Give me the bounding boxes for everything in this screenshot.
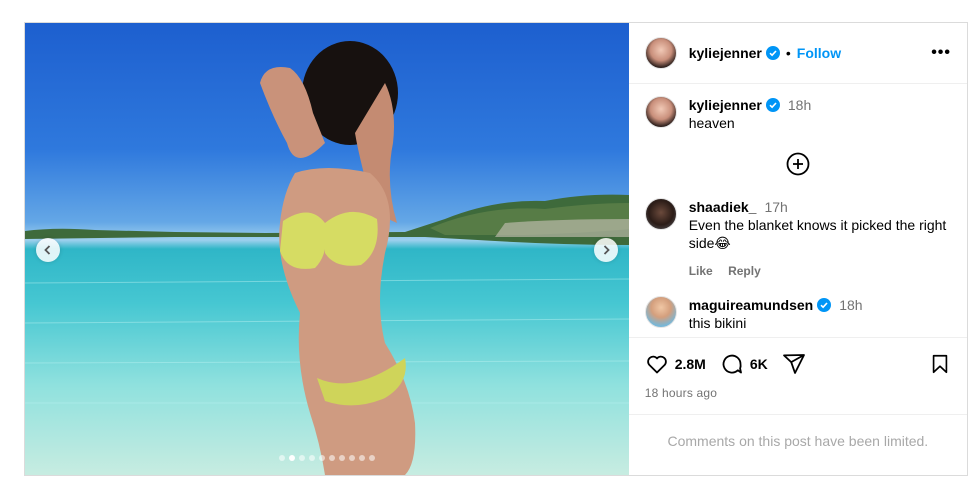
carousel-dot[interactable] <box>318 455 325 461</box>
chevron-left-icon <box>44 245 51 255</box>
figure-silhouette <box>260 41 416 475</box>
bookmark-icon[interactable] <box>929 353 951 375</box>
post-header: kyliejenner • Follow ••• <box>628 23 967 84</box>
post-timestamp[interactable]: 18 hours ago <box>645 386 951 400</box>
post-dialog: kyliejenner • Follow ••• kyliejenner 18h … <box>24 22 968 476</box>
carousel-dot[interactable] <box>368 455 375 461</box>
avatar[interactable] <box>644 96 677 128</box>
verified-badge-icon <box>765 46 780 60</box>
load-more-comments-button[interactable] <box>645 152 951 176</box>
carousel-dot[interactable] <box>328 455 335 461</box>
carousel-next-button[interactable] <box>593 238 618 262</box>
comment-time[interactable]: 18h <box>839 297 862 313</box>
comments-limited-notice: Comments on this post have been limited. <box>628 414 967 449</box>
plus-circle-icon <box>786 152 810 176</box>
action-bar: 2.8M 6K <box>645 352 951 376</box>
post-photo[interactable] <box>25 23 629 475</box>
caption: kyliejenner 18h heaven <box>644 96 951 132</box>
avatar[interactable] <box>644 37 677 69</box>
avatar[interactable] <box>644 296 677 328</box>
carousel-dot[interactable] <box>308 455 315 461</box>
comment-reply-button[interactable]: Reply <box>728 264 761 278</box>
carousel-dot[interactable] <box>298 455 305 461</box>
comment-username[interactable]: maguireamundsen <box>689 297 813 313</box>
post-footer: 2.8M 6K 18 hours ago Comments on this po… <box>628 337 967 475</box>
caption-author[interactable]: kyliejenner <box>689 97 762 113</box>
caption-text: heaven <box>688 115 735 131</box>
caption-time[interactable]: 18h <box>788 97 811 113</box>
share-icon[interactable] <box>782 352 806 376</box>
comments-list[interactable]: kyliejenner 18h heaven shaadiek_ 17h Even … <box>629 84 967 337</box>
post-side-panel: kyliejenner • Follow ••• kyliejenner 18h … <box>628 23 967 475</box>
verified-badge-icon <box>817 298 832 312</box>
comment-text: this bikini <box>688 315 747 331</box>
comment-count[interactable]: 6K <box>750 356 768 372</box>
avatar[interactable] <box>644 198 677 230</box>
carousel-dots <box>25 455 629 461</box>
comment-text: Even the blanket knows it picked the rig… <box>688 217 947 251</box>
carousel-dot[interactable] <box>288 455 295 461</box>
more-options-icon[interactable]: ••• <box>931 44 951 62</box>
beach-photo-illustration <box>25 41 629 475</box>
comment-username[interactable]: shaadiek_ <box>689 199 757 215</box>
comment-icon[interactable] <box>720 352 744 376</box>
author-username[interactable]: kyliejenner <box>689 45 762 61</box>
carousel-prev-button[interactable] <box>36 238 60 262</box>
carousel-dot[interactable] <box>348 455 355 461</box>
comment-item: maguireamundsen 18h this bikini <box>644 296 951 332</box>
chevron-right-icon <box>603 245 610 255</box>
header-separator: • <box>785 45 791 61</box>
carousel-dot[interactable] <box>278 455 285 461</box>
heart-icon[interactable] <box>645 352 669 376</box>
follow-button[interactable]: Follow <box>797 45 841 61</box>
comment-item: shaadiek_ 17h Even the blanket knows it p… <box>644 198 951 280</box>
like-count[interactable]: 2.8M <box>675 356 706 372</box>
comment-like-button[interactable]: Like <box>689 264 713 278</box>
carousel-dot[interactable] <box>338 455 345 461</box>
verified-badge-icon <box>765 98 780 112</box>
comment-time[interactable]: 17h <box>764 199 787 215</box>
carousel-dot[interactable] <box>358 455 365 461</box>
